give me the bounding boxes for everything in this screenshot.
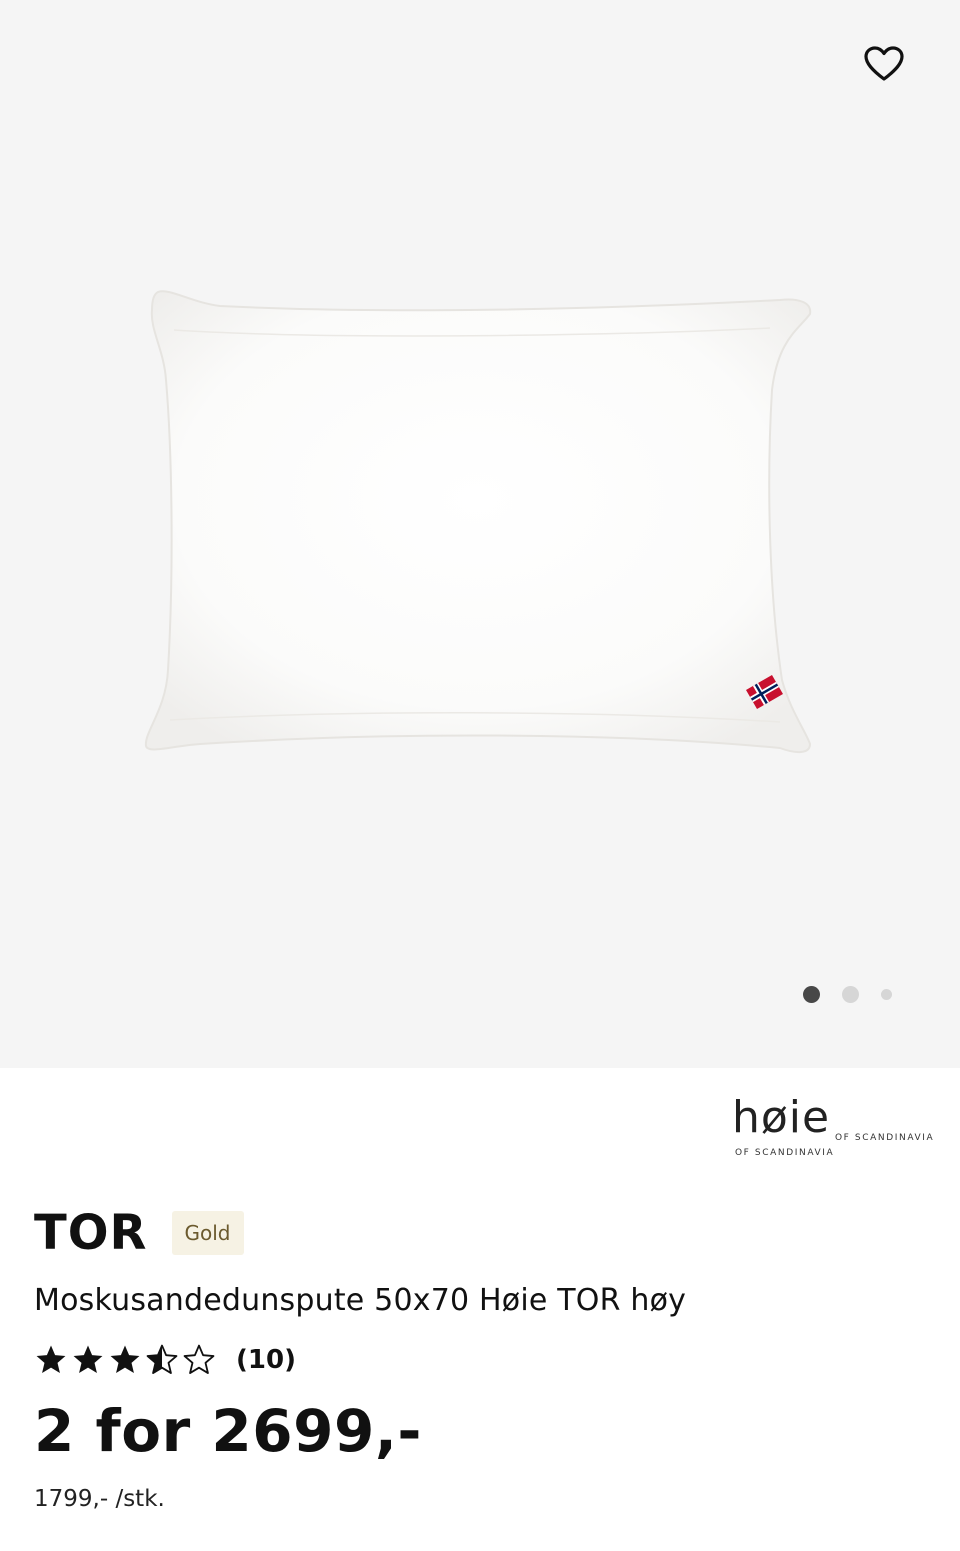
review-count[interactable]: (10) <box>236 1345 296 1375</box>
star-half-icon <box>146 1344 178 1374</box>
product-description: Moskusandedunspute 50x70 Høie TOR høy <box>34 1283 687 1318</box>
star-empty-icon <box>183 1344 215 1374</box>
rating-stars <box>34 1343 216 1377</box>
gallery-dot-1[interactable] <box>803 986 820 1003</box>
product-price: 2 for 2699,- <box>34 1397 422 1465</box>
brand-logo[interactable]: høie OF SCANDINAVIA OF SCANDINAVIA <box>728 1096 938 1164</box>
brand-name: høie <box>732 1092 831 1143</box>
pillow-product-image <box>144 290 812 754</box>
product-title-row: TOR Gold <box>34 1203 244 1263</box>
heart-icon <box>864 46 904 81</box>
unit-price: 1799,- /stk. <box>34 1486 165 1512</box>
product-rating[interactable]: (10) <box>34 1340 296 1380</box>
brand-tagline: OF SCANDINAVIA <box>835 1133 935 1143</box>
gallery-dot-3[interactable] <box>881 989 892 1000</box>
quality-badge: Gold <box>171 1211 244 1255</box>
brand-tagline-secondary: OF SCANDINAVIA <box>735 1148 835 1158</box>
product-name: TOR <box>34 1205 148 1261</box>
star-filled-icon <box>36 1345 66 1374</box>
star-filled-icon <box>110 1345 140 1374</box>
product-image-gallery[interactable] <box>0 0 960 1068</box>
gallery-dot-2[interactable] <box>842 986 859 1003</box>
star-filled-icon <box>73 1345 103 1374</box>
favorite-button[interactable] <box>858 38 910 90</box>
